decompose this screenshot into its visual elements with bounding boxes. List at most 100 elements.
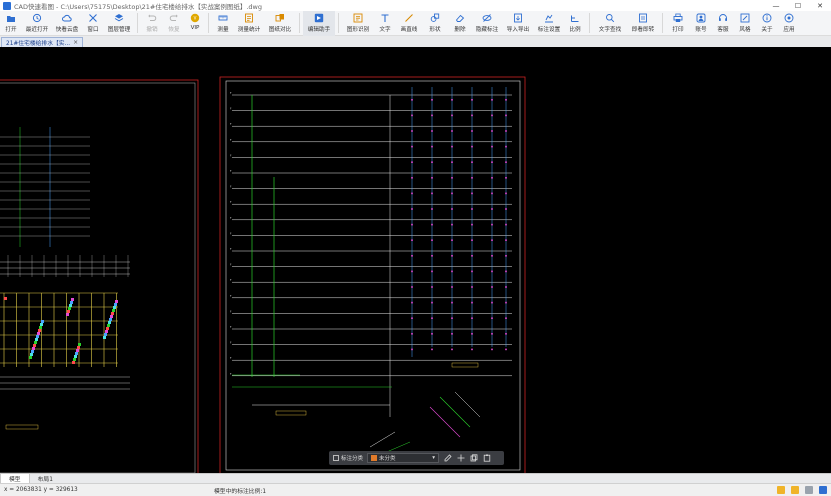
toolbar-button-label: 应用 — [783, 27, 795, 33]
close-button[interactable]: ✕ — [809, 0, 831, 11]
apps-icon — [784, 13, 794, 23]
toolbar-button-label: 窗口 — [87, 27, 99, 33]
toolbar-button-label: 撤销 — [146, 27, 158, 33]
toolbar-button-text-search[interactable]: 文字查找 — [593, 11, 627, 36]
redo-icon — [169, 13, 179, 23]
grid-toggle-icon[interactable] — [805, 486, 813, 494]
chevron-down-icon: ▾ — [432, 455, 436, 461]
toolbar-button-convert[interactable]: 即看即转 — [627, 11, 659, 36]
status-bar: x = 2063831 y = 329613 模型中的标注比例:1 — [0, 483, 831, 496]
minimize-button[interactable]: — — [765, 0, 787, 11]
svg-text:F: F — [230, 107, 232, 111]
ortho-icon[interactable] — [791, 486, 799, 494]
window-icon — [88, 13, 98, 23]
toolbar-button-label: 打印 — [672, 27, 684, 33]
toolbar-button-eraser[interactable]: 删除 — [448, 11, 472, 36]
compare-icon — [275, 13, 285, 23]
toolbar-button-history[interactable]: 最近打开 — [22, 11, 52, 36]
toolbar-button-label: 画直线 — [400, 27, 418, 33]
svg-text:F: F — [230, 278, 232, 282]
toolbar-button-label: VIP — [190, 25, 200, 31]
svg-text:F: F — [230, 263, 232, 267]
toolbar-button-shape[interactable]: 形状 — [422, 11, 448, 36]
toolbar-button-text[interactable]: 文字 — [374, 11, 396, 36]
app-logo-icon — [3, 1, 11, 10]
toolbar-button-label: 测量 — [217, 27, 229, 33]
category-select[interactable]: 未分类 ▾ — [367, 453, 440, 463]
toolbar-button-support[interactable]: 客服 — [712, 11, 734, 36]
toolbar-button-account[interactable]: 账号 — [690, 11, 712, 36]
toolbar-button-redo[interactable]: 恢复 — [163, 11, 185, 36]
close-tab-icon[interactable]: × — [73, 39, 78, 46]
svg-text:F: F — [230, 247, 232, 251]
print-icon — [673, 13, 683, 23]
toolbar-button-print[interactable]: 打印 — [666, 11, 690, 36]
cad-drawing: F F F F F F F F F F F F F F F F F F F — [0, 76, 526, 473]
toolbar-button-style[interactable]: 风格 — [734, 11, 756, 36]
category-select-value: 未分类 — [379, 456, 396, 462]
toolbar-separator — [589, 13, 590, 33]
svg-text:F: F — [230, 309, 232, 313]
move-icon[interactable] — [457, 454, 465, 462]
svg-text:F: F — [230, 200, 232, 204]
svg-text:F: F — [230, 122, 232, 126]
info-icon — [762, 13, 772, 23]
toolbar-button-label: 导入导出 — [506, 27, 530, 33]
toolbar-button-vip[interactable]: V VIP — [185, 11, 205, 36]
measure-stats-icon — [244, 13, 254, 23]
toolbar-button-line[interactable]: 画直线 — [396, 11, 422, 36]
drawing-canvas[interactable]: F F F F F F F F F F F F F F F F F F F — [0, 47, 831, 473]
snap-icon[interactable] — [777, 486, 785, 494]
toolbar-button-undo[interactable]: 撤销 — [141, 11, 163, 36]
scale-icon — [570, 13, 580, 23]
cursor-coordinates: x = 2063831 y = 329613 — [4, 487, 78, 493]
annotation-settings-icon — [544, 13, 554, 23]
category-color-swatch — [371, 455, 378, 461]
document-tab[interactable]: 21#住宅楼给排水【实... × — [1, 37, 84, 47]
toolbar-button-window[interactable]: 窗口 — [82, 11, 104, 36]
paste-icon[interactable] — [483, 454, 491, 462]
annotation-category-label: 标注分类 — [341, 456, 364, 462]
toolbar-button-info[interactable]: 关于 — [756, 11, 778, 36]
annotation-category-button[interactable]: 标注分类 — [333, 454, 363, 462]
toolbar-button-layers[interactable]: 图层管理 — [104, 11, 134, 36]
svg-text:F: F — [230, 169, 232, 173]
toolbar-button-annotation-settings[interactable]: 标注设置 — [534, 11, 564, 36]
line-icon — [404, 13, 414, 23]
background-toggle-icon[interactable] — [819, 486, 827, 494]
toolbar-button-label: 账号 — [695, 27, 707, 33]
annotation-scale-text: 模型中的标注比例:1 — [214, 488, 267, 495]
tab-layout1[interactable]: 布局1 — [30, 474, 61, 483]
toolbar-button-import-export[interactable]: 导入导出 — [502, 11, 534, 36]
toolbar-separator — [299, 13, 300, 33]
toolbar-button-cloud[interactable]: 快看云盘 — [52, 11, 82, 36]
window-title: CAD快速看图 - C:\Users\75175\Desktop\21#住宅楼给… — [14, 2, 262, 11]
toolbar-button-edit-assistant[interactable]: 编辑助手 — [303, 11, 335, 36]
toolbar-button-scale[interactable]: 比例 — [564, 11, 586, 36]
cloud-icon — [62, 13, 72, 23]
toolbar-button-label: 删除 — [454, 27, 466, 33]
toolbar-button-label: 客服 — [717, 27, 729, 33]
toolbar-button-measure-stats[interactable]: 测量统计 — [234, 11, 264, 36]
toolbar-button-label: 标注设置 — [537, 27, 561, 33]
svg-text:F: F — [230, 216, 232, 220]
tab-model[interactable]: 模型 — [0, 474, 30, 483]
copy-icon[interactable] — [470, 454, 478, 462]
toolbar-button-label: 风格 — [739, 27, 751, 33]
toolbar-button-compare[interactable]: 图纸对比 — [264, 11, 296, 36]
toolbar-button-shape-recognize[interactable]: 图形识别 — [342, 11, 374, 36]
support-icon — [718, 13, 728, 23]
toolbar-button-hide[interactable]: 隐藏标注 — [472, 11, 502, 36]
svg-text:F: F — [230, 356, 232, 360]
edit-icon[interactable] — [444, 454, 452, 462]
svg-text:V: V — [194, 16, 197, 21]
vip-icon: V — [190, 13, 200, 23]
toolbar-button-label: 比例 — [569, 27, 581, 33]
toolbar-button-folder[interactable]: 打开 — [0, 11, 22, 36]
toolbar-button-apps[interactable]: 应用 — [778, 11, 800, 36]
toolbar-button-measure[interactable]: 测量 — [212, 11, 234, 36]
toolbar-button-label: 图形识别 — [346, 27, 370, 33]
grid-icon — [333, 455, 339, 461]
maximize-button[interactable]: ☐ — [787, 0, 809, 11]
toolbar-button-label: 恢复 — [168, 27, 180, 33]
